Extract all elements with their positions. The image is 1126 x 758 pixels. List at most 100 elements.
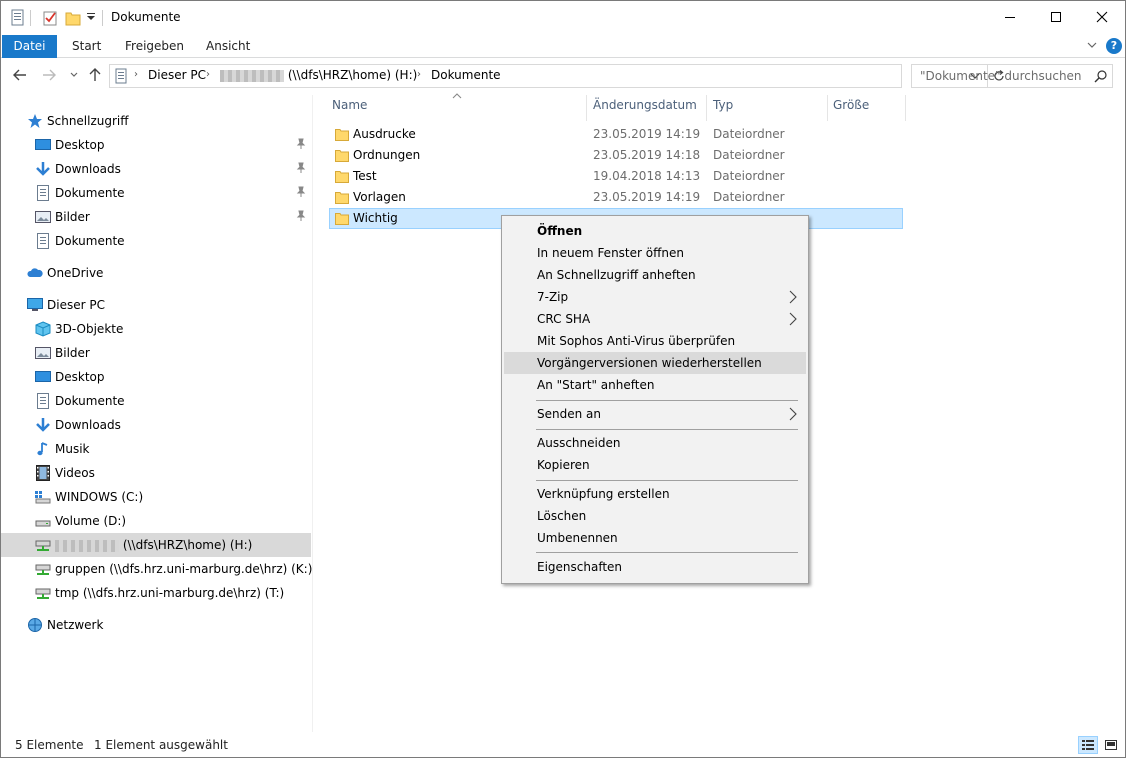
menu-item-rename[interactable]: Umbenennen <box>504 527 806 549</box>
sidebar-item-network[interactable]: Netzwerk <box>1 613 311 637</box>
tab-view[interactable]: Ansicht <box>206 35 250 58</box>
sidebar-label-text: (\\dfs\HRZ\home) (H:) <box>122 538 253 552</box>
file-type: Dateiordner <box>713 148 785 162</box>
search-input[interactable]: "Dokumente" durchsuchen <box>911 64 1113 88</box>
recent-locations-button[interactable] <box>66 67 82 83</box>
breadcrumb-documents[interactable]: Dokumente <box>431 68 501 82</box>
column-divider[interactable] <box>586 95 587 121</box>
title-separator <box>102 10 103 26</box>
menu-item-delete[interactable]: Löschen <box>504 505 806 527</box>
sidebar-item-drive-t[interactable]: tmp (\\dfs.hrz.uni-marburg.de\hrz) (T:) <box>1 581 311 605</box>
back-button[interactable] <box>12 67 28 83</box>
column-header-type[interactable]: Typ <box>713 95 828 117</box>
column-divider[interactable] <box>706 95 707 121</box>
sidebar-item-3d-objects[interactable]: 3D-Objekte <box>1 317 311 341</box>
help-icon[interactable]: ? <box>1106 38 1122 54</box>
menu-item-sophos-scan[interactable]: Mit Sophos Anti-Virus überprüfen <box>504 330 806 352</box>
sidebar-item-drive-h[interactable]: (\\dfs\HRZ\home) (H:) <box>1 533 311 557</box>
pictures-icon <box>35 345 51 361</box>
address-bar[interactable]: › Dieser PC › (\\dfs\HRZ\home) (H:) › Do… <box>109 64 1004 88</box>
column-divider[interactable] <box>905 95 906 121</box>
menu-item-cut[interactable]: Ausschneiden <box>504 432 806 454</box>
sidebar-item-downloads-quick[interactable]: Downloads <box>1 157 311 181</box>
tab-share[interactable]: Freigeben <box>125 35 184 58</box>
file-name: Vorlagen <box>353 190 406 204</box>
folder-icon <box>335 128 349 144</box>
large-icons-view-button[interactable] <box>1101 736 1121 754</box>
forward-button[interactable] <box>41 67 57 83</box>
sidebar-item-music[interactable]: Musik <box>1 437 311 461</box>
column-header-date[interactable]: Änderungsdatum <box>593 95 706 117</box>
column-divider[interactable] <box>827 95 828 121</box>
breadcrumb-this-pc[interactable]: Dieser PC <box>148 68 206 82</box>
sidebar-item-desktop[interactable]: Desktop <box>1 365 311 389</box>
sidebar-item-desktop-quick[interactable]: Desktop <box>1 133 311 157</box>
breadcrumb-home-drive[interactable]: (\\dfs\HRZ\home) (H:) <box>220 68 417 82</box>
sidebar-item-downloads[interactable]: Downloads <box>1 413 311 437</box>
sidebar-label: Volume (D:) <box>55 514 127 528</box>
table-row[interactable]: Vorlagen 23.05.2019 14:19 Dateiordner <box>329 187 903 208</box>
sidebar-label: 3D-Objekte <box>55 322 124 336</box>
network-icon <box>27 617 43 633</box>
menu-item-open-new-window[interactable]: In neuem Fenster öffnen <box>504 242 806 264</box>
table-row[interactable]: Ordnungen 23.05.2019 14:18 Dateiordner <box>329 145 903 166</box>
table-row[interactable]: Ausdrucke 23.05.2019 14:19 Dateiordner <box>329 124 903 145</box>
pin-icon[interactable] <box>296 210 306 225</box>
menu-item-pin-start[interactable]: An "Start" anheften <box>504 374 806 396</box>
sidebar-item-this-pc[interactable]: Dieser PC <box>1 293 311 317</box>
column-header-size[interactable]: Größe <box>833 95 903 117</box>
menu-item-create-shortcut[interactable]: Verknüpfung erstellen <box>504 483 806 505</box>
file-type: Dateiordner <box>713 190 785 204</box>
menu-item-open[interactable]: Öffnen <box>504 220 806 242</box>
film-icon <box>35 465 51 481</box>
breadcrumb-chevron-icon[interactable]: › <box>134 69 138 80</box>
pin-icon[interactable] <box>296 186 306 201</box>
search-icon[interactable] <box>1094 69 1108 86</box>
sidebar-item-documents[interactable]: Dokumente <box>1 389 311 413</box>
tab-start[interactable]: Start <box>72 35 101 58</box>
breadcrumb-chevron-icon[interactable]: › <box>417 69 421 80</box>
network-drive-icon <box>35 537 51 553</box>
document-properties-icon[interactable] <box>10 9 26 27</box>
expand-ribbon-icon[interactable] <box>1086 39 1098 54</box>
new-folder-icon[interactable] <box>65 9 81 27</box>
sidebar-item-documents-recent[interactable]: Dokumente <box>1 229 311 253</box>
sidebar-item-drive-c[interactable]: WINDOWS (C:) <box>1 485 311 509</box>
sidebar-label: Dieser PC <box>47 298 105 312</box>
close-button[interactable] <box>1079 1 1125 33</box>
menu-item-label: Öffnen <box>537 224 583 238</box>
sidebar-item-drive-d[interactable]: Volume (D:) <box>1 509 311 533</box>
sidebar-item-quick-access[interactable]: Schnellzugriff <box>1 109 311 133</box>
sidebar-item-documents-quick[interactable]: Dokumente <box>1 181 311 205</box>
breadcrumb-chevron-icon[interactable]: › <box>206 69 210 80</box>
folder-icon <box>335 149 349 165</box>
sidebar-item-videos[interactable]: Videos <box>1 461 311 485</box>
tab-file[interactable]: Datei <box>2 35 57 58</box>
sidebar-label: Bilder <box>55 210 90 224</box>
arrow-right-icon <box>43 69 56 81</box>
sidebar-label: Schnellzugriff <box>47 114 129 128</box>
pin-icon[interactable] <box>296 138 306 153</box>
menu-item-properties[interactable]: Eigenschaften <box>504 556 806 578</box>
menu-item-copy[interactable]: Kopieren <box>504 454 806 476</box>
menu-item-restore-previous-versions[interactable]: Vorgängerversionen wiederherstellen <box>504 352 806 374</box>
menu-item-7zip[interactable]: 7-Zip <box>504 286 806 308</box>
sidebar-item-pictures[interactable]: Bilder <box>1 341 311 365</box>
menu-separator <box>536 400 798 401</box>
minimize-button[interactable] <box>987 1 1033 33</box>
menu-item-crc-sha[interactable]: CRC SHA <box>504 308 806 330</box>
up-button[interactable] <box>87 67 103 83</box>
table-row[interactable]: Test 19.04.2018 14:13 Dateiordner <box>329 166 903 187</box>
column-header-name[interactable]: Name <box>332 95 584 117</box>
menu-item-pin-quick-access[interactable]: An Schnellzugriff anheften <box>504 264 806 286</box>
sidebar-item-drive-k[interactable]: gruppen (\\dfs.hrz.uni-marburg.de\hrz) (… <box>1 557 312 581</box>
sidebar-item-onedrive[interactable]: OneDrive <box>1 261 311 285</box>
pin-icon[interactable] <box>296 162 306 177</box>
details-view-button[interactable] <box>1078 736 1098 754</box>
menu-item-send-to[interactable]: Senden an <box>504 403 806 425</box>
checkmark-icon[interactable] <box>42 9 58 27</box>
maximize-button[interactable] <box>1033 1 1079 33</box>
sidebar-item-pictures-quick[interactable]: Bilder <box>1 205 311 229</box>
sidebar-label: Bilder <box>55 346 90 360</box>
customize-toolbar-icon[interactable] <box>86 11 102 29</box>
